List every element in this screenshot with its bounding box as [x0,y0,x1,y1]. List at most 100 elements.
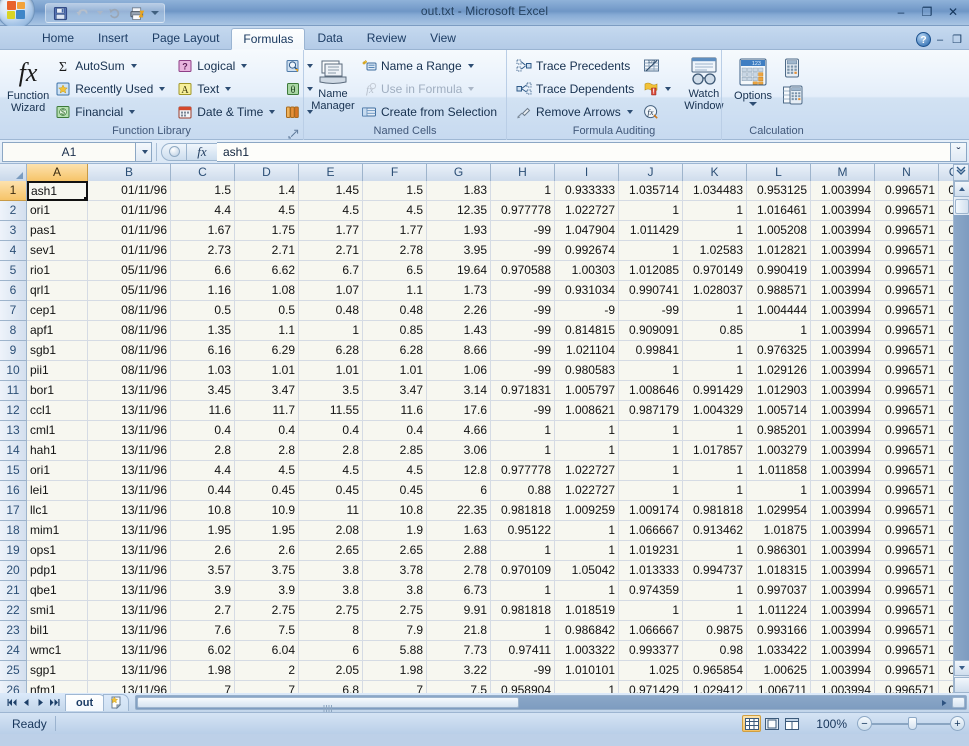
cell-i19[interactable]: 1 [555,541,619,561]
cell-m11[interactable]: 1.003994 [811,381,875,401]
cell-m13[interactable]: 1.003994 [811,421,875,441]
cell-g10[interactable]: 1.06 [427,361,491,381]
row-header-24[interactable]: 24 [0,641,27,661]
cell-a11[interactable]: bor1 [27,381,88,401]
cell-j11[interactable]: 1.008646 [619,381,683,401]
cell-b15[interactable]: 13/11/96 [88,461,171,481]
cell-b11[interactable]: 13/11/96 [88,381,171,401]
zoom-thumb[interactable] [908,717,917,730]
cell-k14[interactable]: 1.017857 [683,441,747,461]
cell-f12[interactable]: 11.6 [363,401,427,421]
cell-c3[interactable]: 1.67 [171,221,235,241]
row-header-14[interactable]: 14 [0,441,27,461]
row-header-8[interactable]: 8 [0,321,27,341]
row-header-6[interactable]: 6 [0,281,27,301]
cell-a4[interactable]: sev1 [27,241,88,261]
cell-c1[interactable]: 1.5 [171,181,235,201]
cell-f11[interactable]: 3.47 [363,381,427,401]
cell-e3[interactable]: 1.77 [299,221,363,241]
cell-h13[interactable]: 1 [491,421,555,441]
zoom-track[interactable] [872,716,950,731]
cell-n15[interactable]: 0.996571 [875,461,939,481]
cell-l18[interactable]: 1.01875 [747,521,811,541]
cell-d11[interactable]: 3.47 [235,381,299,401]
cell-n19[interactable]: 0.996571 [875,541,939,561]
cell-f19[interactable]: 2.65 [363,541,427,561]
cell-k7[interactable]: 1 [683,301,747,321]
cell-f15[interactable]: 4.5 [363,461,427,481]
cell-m25[interactable]: 1.003994 [811,661,875,681]
evaluate-formula-button[interactable]: fx [640,101,674,123]
cell-c4[interactable]: 2.73 [171,241,235,261]
cell-e23[interactable]: 8 [299,621,363,641]
cell-j13[interactable]: 1 [619,421,683,441]
cell-k6[interactable]: 1.028037 [683,281,747,301]
cell-l22[interactable]: 1.011224 [747,601,811,621]
column-header-l[interactable]: L [747,164,811,181]
cell-d21[interactable]: 3.9 [235,581,299,601]
cell-d24[interactable]: 6.04 [235,641,299,661]
cell-l19[interactable]: 0.986301 [747,541,811,561]
cell-h20[interactable]: 0.970109 [491,561,555,581]
cell-i25[interactable]: 1.010101 [555,661,619,681]
column-header-m[interactable]: M [811,164,875,181]
cell-b21[interactable]: 13/11/96 [88,581,171,601]
cell-g5[interactable]: 19.64 [427,261,491,281]
cell-i1[interactable]: 0.933333 [555,181,619,201]
cell-m10[interactable]: 1.003994 [811,361,875,381]
cell-e20[interactable]: 3.8 [299,561,363,581]
cell-n3[interactable]: 0.996571 [875,221,939,241]
cell-l3[interactable]: 1.005208 [747,221,811,241]
cell-b24[interactable]: 13/11/96 [88,641,171,661]
cell-f16[interactable]: 0.45 [363,481,427,501]
cell-i11[interactable]: 1.005797 [555,381,619,401]
cell-n13[interactable]: 0.996571 [875,421,939,441]
cell-c7[interactable]: 0.5 [171,301,235,321]
cell-k18[interactable]: 0.913462 [683,521,747,541]
cell-n4[interactable]: 0.996571 [875,241,939,261]
name-manager-button[interactable]: Name Manager [309,55,357,112]
cell-f9[interactable]: 6.28 [363,341,427,361]
normal-view-button[interactable] [742,715,761,732]
column-header-f[interactable]: F [363,164,427,181]
cell-e24[interactable]: 6 [299,641,363,661]
cell-e6[interactable]: 1.07 [299,281,363,301]
cell-a10[interactable]: pii1 [27,361,88,381]
cell-m15[interactable]: 1.003994 [811,461,875,481]
cell-l4[interactable]: 1.012821 [747,241,811,261]
cell-n24[interactable]: 0.996571 [875,641,939,661]
cell-a17[interactable]: llc1 [27,501,88,521]
calculate-sheet-button[interactable] [780,82,806,108]
cell-m21[interactable]: 1.003994 [811,581,875,601]
cell-c14[interactable]: 2.8 [171,441,235,461]
cell-b7[interactable]: 08/11/96 [88,301,171,321]
insert-worksheet-button[interactable] [103,694,129,711]
cell-i20[interactable]: 1.05042 [555,561,619,581]
row-header-5[interactable]: 5 [0,261,27,281]
restore-window-button[interactable]: ❐ [949,33,965,46]
cell-b22[interactable]: 13/11/96 [88,601,171,621]
cell-j26[interactable]: 0.971429 [619,681,683,693]
cell-n22[interactable]: 0.996571 [875,601,939,621]
cell-e26[interactable]: 6.8 [299,681,363,693]
row-header-2[interactable]: 2 [0,201,27,221]
cell-g20[interactable]: 2.78 [427,561,491,581]
cell-l8[interactable]: 1 [747,321,811,341]
cell-b14[interactable]: 13/11/96 [88,441,171,461]
cell-h1[interactable]: 1 [491,181,555,201]
cell-d4[interactable]: 2.71 [235,241,299,261]
tab-page-layout[interactable]: Page Layout [140,27,231,49]
cell-l25[interactable]: 1.00625 [747,661,811,681]
create-from-selection-button[interactable]: Create from Selection [357,101,501,123]
column-header-e[interactable]: E [299,164,363,181]
column-header-i[interactable]: I [555,164,619,181]
name-box[interactable]: A1 [2,142,136,162]
cell-e5[interactable]: 6.7 [299,261,363,281]
vertical-scrollbar[interactable] [953,181,969,693]
cell-i10[interactable]: 0.980583 [555,361,619,381]
cell-k1[interactable]: 1.034483 [683,181,747,201]
cell-c21[interactable]: 3.9 [171,581,235,601]
cell-b20[interactable]: 13/11/96 [88,561,171,581]
cell-a3[interactable]: pas1 [27,221,88,241]
cell-f6[interactable]: 1.1 [363,281,427,301]
